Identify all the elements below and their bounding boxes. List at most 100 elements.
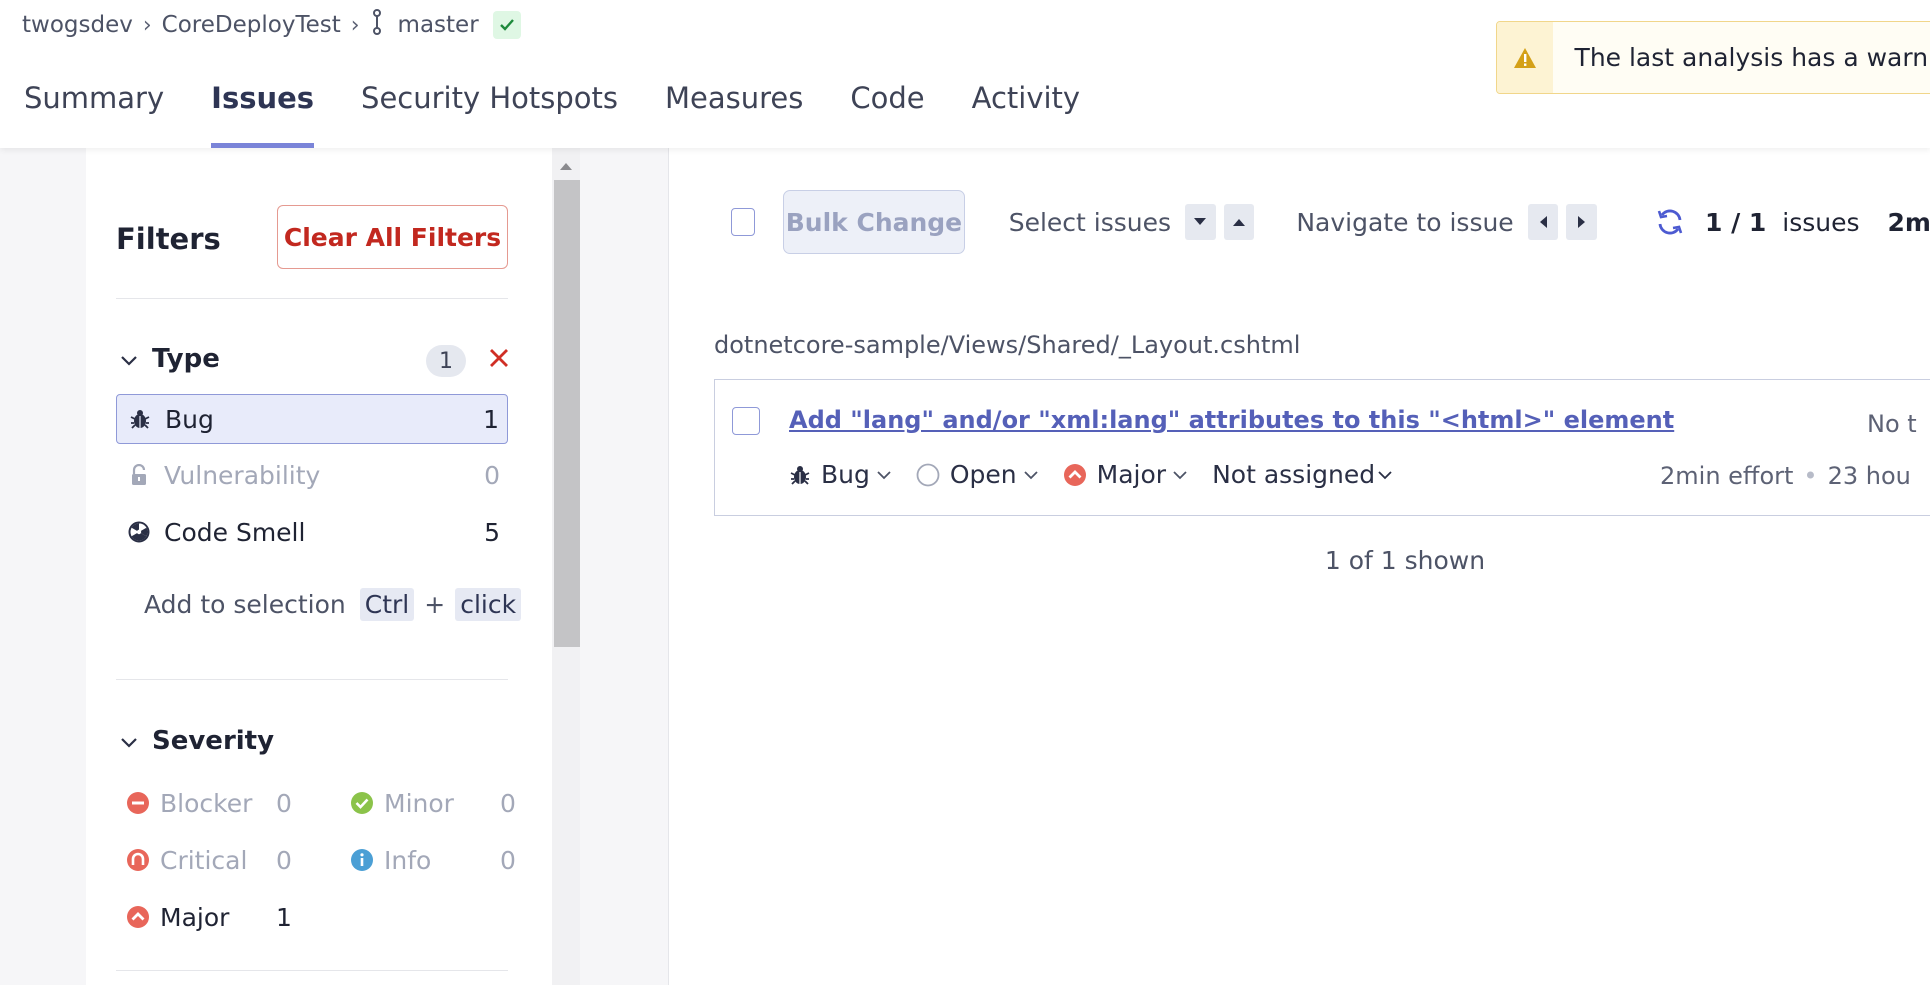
issue-meta: Bug Open Major Not assigned: [789, 460, 1417, 489]
kbd-ctrl: Ctrl: [359, 588, 415, 621]
quality-gate-passed-icon: [492, 11, 521, 39]
branch-icon: [370, 9, 384, 41]
caret-right-icon: [1577, 216, 1585, 228]
issue-checkbox[interactable]: [732, 407, 760, 435]
clear-type-filter-icon[interactable]: [488, 347, 510, 373]
warning-icon: [1497, 22, 1553, 93]
facet-type-selected-count: 1: [426, 345, 466, 377]
previous-issue-button[interactable]: [1527, 204, 1559, 240]
facet-item-count: 1: [483, 404, 499, 434]
severity-item-info[interactable]: Info 0: [350, 840, 520, 880]
tab-activity[interactable]: Activity: [972, 70, 1080, 148]
severity-count: 0: [276, 845, 292, 875]
issue-type-label: Bug: [821, 460, 870, 489]
issue-severity-dropdown[interactable]: Major: [1063, 460, 1188, 489]
minor-icon: [351, 792, 373, 814]
tab-measures[interactable]: Measures: [665, 70, 803, 148]
project-tabs: Summary Issues Security Hotspots Measure…: [24, 70, 1127, 148]
facet-item-vulnerability[interactable]: Vulnerability 0: [116, 450, 508, 500]
facet-item-code-smell[interactable]: Code Smell 5: [116, 507, 508, 557]
caret-down-icon: [1194, 218, 1207, 225]
issue-count-value: 1 / 1: [1704, 207, 1767, 237]
issue-tags[interactable]: No t: [1867, 410, 1917, 438]
severity-count: 0: [500, 845, 516, 875]
scroll-up-arrow-icon[interactable]: [559, 156, 573, 175]
analysis-warning-banner[interactable]: The last analysis has a warni: [1496, 21, 1930, 94]
chevron-down-icon: [1023, 470, 1039, 480]
divider: [116, 679, 508, 680]
severity-label: Minor: [384, 788, 454, 818]
severity-label: Blocker: [160, 788, 253, 818]
bug-icon: [789, 464, 811, 486]
navigate-to-issue-label: Navigate to issue: [1296, 207, 1514, 237]
bug-icon: [127, 408, 153, 430]
info-icon: [351, 849, 373, 871]
filters-sidebar: Filters Clear All Filters Type 1 Bug 1 V…: [86, 148, 552, 985]
next-issue-button[interactable]: [1566, 204, 1597, 240]
tab-security-hotspots[interactable]: Security Hotspots: [361, 70, 618, 148]
hint-plus: +: [424, 590, 446, 619]
caret-up-icon: [1233, 219, 1246, 226]
total-effort: 2m: [1887, 207, 1930, 237]
select-all-checkbox[interactable]: [731, 208, 756, 236]
chevron-down-icon: [1172, 470, 1188, 480]
clear-all-filters-button[interactable]: Clear All Filters: [277, 205, 508, 269]
breadcrumb: twogsdev › CoreDeployTest › master: [22, 8, 521, 42]
severity-label: Major: [160, 902, 230, 932]
select-next-button[interactable]: [1185, 204, 1216, 240]
severity-item-major[interactable]: Major 1: [126, 897, 296, 937]
issue-severity-label: Major: [1096, 460, 1167, 489]
issue-status-label: Open: [949, 460, 1017, 489]
severity-item-blocker[interactable]: Blocker 0: [126, 783, 296, 823]
tab-issues[interactable]: Issues: [211, 70, 314, 148]
warning-text: The last analysis has a warni: [1574, 43, 1930, 72]
facet-type-header[interactable]: Type: [120, 344, 220, 374]
issue-assignee-label: Not assigned: [1212, 460, 1376, 489]
issue-status-dropdown[interactable]: Open: [916, 460, 1039, 489]
chevron-down-icon: [120, 344, 138, 374]
header: twogsdev › CoreDeployTest › master Summa…: [0, 0, 1930, 148]
issue-type-dropdown[interactable]: Bug: [789, 460, 892, 489]
tab-summary[interactable]: Summary: [24, 70, 164, 148]
facet-item-bug[interactable]: Bug 1: [116, 394, 508, 444]
issue-effort[interactable]: 2min effort: [1660, 462, 1793, 490]
issue-effort-age: 2min effort • 23 hou: [1660, 462, 1911, 490]
caret-left-icon: [1540, 216, 1548, 228]
component-file-path: dotnetcore-sample/Views/Shared/_Layout.c…: [714, 331, 1301, 359]
facet-severity-header[interactable]: Severity: [120, 726, 274, 756]
divider: [116, 298, 508, 299]
major-icon: [127, 906, 149, 928]
breadcrumb-branch[interactable]: master: [398, 12, 479, 38]
issue-title-link[interactable]: Add "lang" and/or "xml:lang" attributes …: [789, 406, 1674, 434]
bulk-change-button[interactable]: Bulk Change: [783, 190, 965, 254]
facet-item-label: Bug: [165, 404, 214, 434]
scrollbar-thumb[interactable]: [554, 180, 580, 647]
issues-main: Bulk Change Select issues Navigate to is…: [668, 148, 1930, 985]
critical-icon: [127, 849, 149, 871]
reload-icon[interactable]: [1655, 207, 1685, 237]
select-previous-button[interactable]: [1223, 204, 1255, 240]
chevron-right-icon: ›: [142, 12, 152, 38]
facet-type-title: Type: [152, 344, 220, 374]
divider: [116, 970, 508, 971]
sidebar-scrollbar[interactable]: [552, 148, 580, 985]
lock-icon: [126, 464, 152, 486]
severity-count: 0: [500, 788, 516, 818]
filters-title: Filters: [116, 222, 221, 256]
severity-item-minor[interactable]: Minor 0: [350, 783, 520, 823]
severity-item-critical[interactable]: Critical 0: [126, 840, 296, 880]
breadcrumb-org[interactable]: twogsdev: [22, 12, 133, 38]
issue-assignee-dropdown[interactable]: Not assigned: [1212, 460, 1393, 489]
breadcrumb-project[interactable]: CoreDeployTest: [162, 12, 341, 38]
chevron-down-icon: [120, 726, 138, 756]
open-status-icon: [916, 463, 940, 487]
facet-item-label: Vulnerability: [164, 460, 321, 490]
severity-label: Critical: [160, 845, 248, 875]
chevron-down-icon: [876, 470, 892, 480]
chevron-down-icon: [1377, 470, 1393, 480]
issue-card[interactable]: Add "lang" and/or "xml:lang" attributes …: [714, 379, 1930, 516]
separator-dot: •: [1803, 462, 1818, 490]
code-smell-icon: [126, 521, 152, 543]
issue-age: 23 hou: [1827, 462, 1911, 490]
tab-code[interactable]: Code: [850, 70, 924, 148]
